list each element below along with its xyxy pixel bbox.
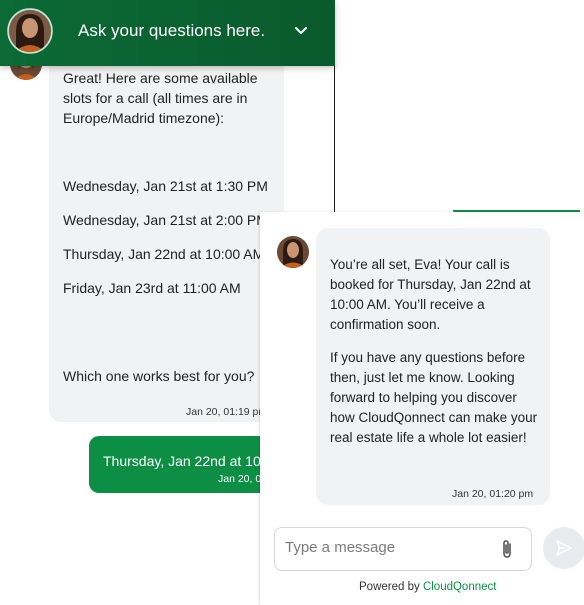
agent-avatar: [7, 8, 53, 54]
paperclip-icon[interactable]: [500, 539, 514, 559]
message-timestamp: Jan 20, 01:20 pm: [452, 488, 534, 500]
message-intro: Great! Here are some available slots for…: [63, 70, 258, 126]
bot-message-slots: Great! Here are some available slots for…: [49, 58, 284, 422]
powered-by: Powered by CloudQonnect: [359, 581, 496, 593]
message-input-placeholder: Type a message: [285, 539, 396, 556]
message-question: Which one works best for you?: [63, 368, 255, 384]
chevron-down-icon[interactable]: [292, 22, 310, 40]
message-timestamp: Jan 20, 01:19 pm: [186, 406, 268, 418]
slot-option: Wednesday, Jan 21st at 2:00 PM: [63, 212, 268, 228]
chat-window-front: You’re all set, Eva! Your call is booked…: [260, 212, 584, 605]
message-paragraph: If you have any questions before then, j…: [330, 350, 538, 445]
header-title: Ask your questions here.: [78, 21, 266, 40]
slot-option: Wednesday, Jan 21st at 1:30 PM: [63, 178, 268, 194]
agent-avatar: [277, 236, 309, 268]
slot-option: Friday, Jan 23rd at 11:00 AM: [63, 280, 241, 296]
send-icon: [556, 540, 572, 556]
chat-header: Ask your questions here.: [0, 0, 335, 66]
bot-message-confirmation: You’re all set, Eva! Your call is booked…: [316, 228, 550, 505]
send-button[interactable]: [543, 527, 584, 569]
message-paragraph: You’re all set, Eva! Your call is booked…: [330, 257, 531, 332]
brand-link[interactable]: CloudQonnect: [423, 581, 497, 593]
message-input[interactable]: Type a message: [274, 527, 532, 571]
slot-option: Thursday, Jan 22nd at 10:00 AM: [63, 246, 265, 262]
powered-by-label: Powered by: [359, 581, 420, 593]
